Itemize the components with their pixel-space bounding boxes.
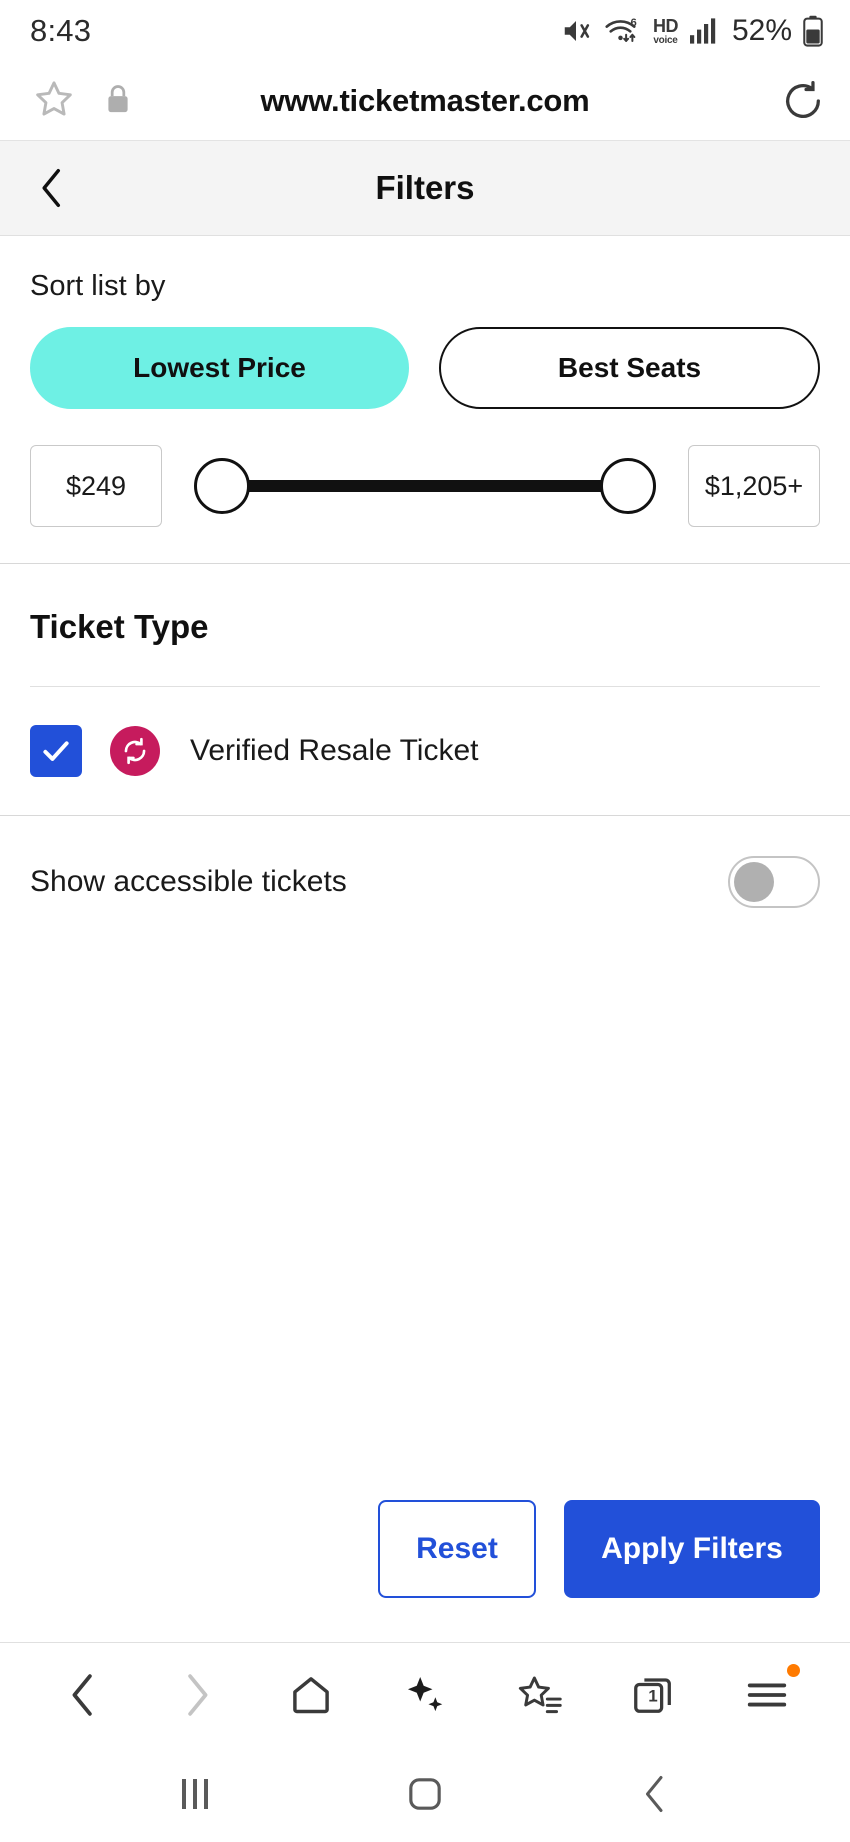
ticket-type-row-verified-resale[interactable]: Verified Resale Ticket: [0, 687, 850, 815]
lock-icon: [104, 83, 132, 120]
apply-filters-button[interactable]: Apply Filters: [564, 1500, 820, 1598]
price-max-box[interactable]: $1,205+: [688, 445, 820, 527]
browser-forward-button[interactable]: [162, 1660, 232, 1730]
bookmark-star-icon[interactable]: [504, 1660, 574, 1730]
browser-home-icon[interactable]: [276, 1660, 346, 1730]
accessible-tickets-label: Show accessible tickets: [30, 865, 347, 898]
status-bar: 8:43 6 HD voice 52%: [0, 0, 850, 62]
hd-voice-icon: HD voice: [652, 15, 679, 46]
system-home-button[interactable]: [395, 1764, 455, 1824]
slider-track: [224, 480, 626, 492]
slider-handle-max[interactable]: [600, 458, 656, 514]
accessible-tickets-toggle[interactable]: [728, 856, 820, 908]
reset-button[interactable]: Reset: [378, 1500, 536, 1598]
price-range-row: $249 $1,205+: [0, 409, 850, 563]
recents-icon: [182, 1779, 208, 1809]
slider-handle-min[interactable]: [194, 458, 250, 514]
filter-actions: Reset Apply Filters: [0, 1500, 850, 1642]
battery-percent: 52%: [731, 14, 792, 47]
system-navigation-bar: [0, 1746, 850, 1842]
phone-screen: 8:43 6 HD voice 52% www.ticketmaster.com…: [0, 0, 850, 1842]
reload-icon[interactable]: [780, 78, 826, 124]
ticket-type-title: Ticket Type: [30, 608, 209, 645]
battery-icon: [802, 15, 824, 47]
price-min-box[interactable]: $249: [30, 445, 162, 527]
status-time: 8:43: [30, 13, 92, 48]
sparkle-icon[interactable]: [390, 1660, 460, 1730]
sort-option-best-seats[interactable]: Best Seats: [439, 327, 820, 409]
hamburger-menu-icon[interactable]: [732, 1660, 802, 1730]
ticket-type-label: Verified Resale Ticket: [190, 734, 479, 767]
verified-resale-checkbox[interactable]: [30, 725, 82, 777]
sort-option-label: Best Seats: [557, 352, 702, 383]
browser-back-button[interactable]: [48, 1660, 118, 1730]
browser-bottom-nav: 1: [0, 1642, 850, 1746]
svg-text:6: 6: [630, 17, 636, 29]
menu-notification-dot: [787, 1663, 800, 1677]
resale-refresh-icon: [110, 726, 160, 776]
sort-options: Lowest Price Best Seats: [30, 327, 820, 409]
hd-label: HD: [652, 15, 679, 36]
tab-count-label: 1: [648, 1686, 658, 1706]
sort-section: Sort list by Lowest Price Best Seats: [0, 236, 850, 409]
sort-option-label: Lowest Price: [133, 352, 306, 383]
price-range-slider[interactable]: [194, 445, 656, 527]
filters-content: Sort list by Lowest Price Best Seats $24…: [0, 236, 850, 1642]
sort-option-lowest-price[interactable]: Lowest Price: [30, 327, 409, 409]
browser-url-bar[interactable]: www.ticketmaster.com: [0, 62, 850, 140]
page-title: Filters: [375, 169, 475, 206]
status-icons: 6 HD voice 52%: [559, 14, 824, 48]
star-icon[interactable]: [32, 77, 76, 126]
voice-label: voice: [653, 34, 678, 46]
sort-label: Sort list by: [30, 270, 166, 302]
accessible-tickets-row[interactable]: Show accessible tickets: [0, 816, 850, 948]
cellular-signal-icon: [688, 17, 720, 45]
url-bar-left-icons: [32, 77, 132, 126]
system-recents-button[interactable]: [165, 1764, 225, 1824]
header-back-button[interactable]: [30, 166, 74, 210]
mute-icon: [559, 16, 593, 46]
system-back-button[interactable]: [625, 1764, 685, 1824]
toggle-knob: [734, 862, 774, 902]
page-header: Filters: [0, 140, 850, 236]
browser-tabs-button[interactable]: 1: [618, 1660, 688, 1730]
wifi-icon: 6: [603, 16, 643, 46]
